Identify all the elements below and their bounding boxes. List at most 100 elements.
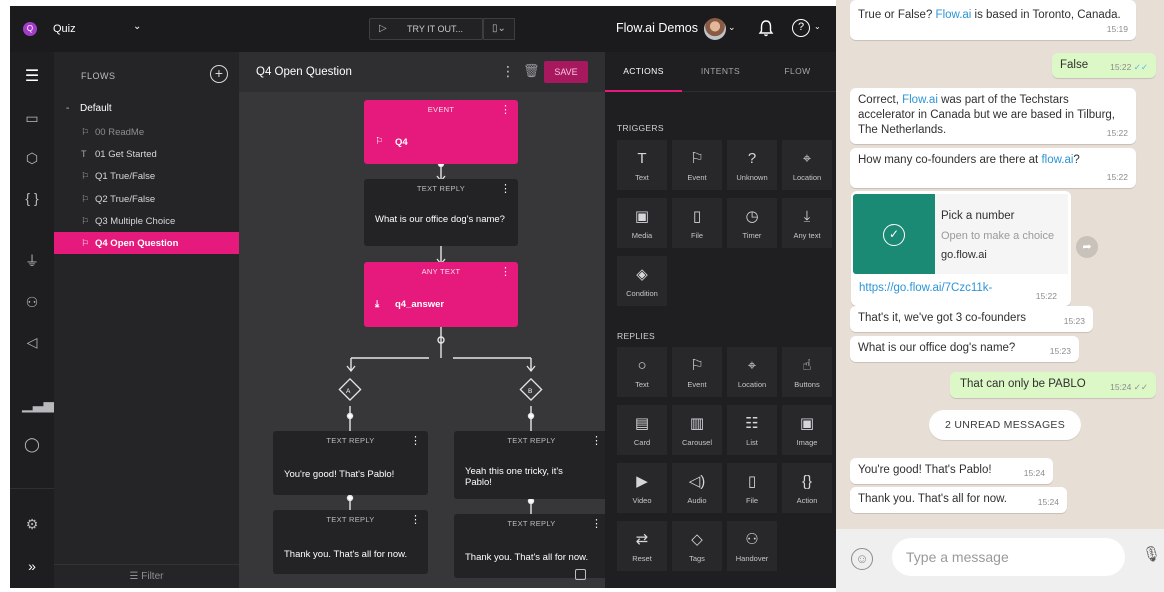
action-tile-handover[interactable]: ⚇ Handover (727, 521, 777, 571)
action-tile-action[interactable]: {} Action (782, 463, 832, 513)
action-tile-tags[interactable]: ◇ Tags (672, 521, 722, 571)
flow-group-default[interactable]: - Default (66, 103, 112, 114)
action-tile-file[interactable]: ▯ File (727, 463, 777, 513)
users-icon[interactable]: ⚇ (22, 292, 42, 312)
action-tile-any-text[interactable]: ⤓ Any text (782, 198, 832, 248)
more-options-icon[interactable]: ⋮ (591, 517, 602, 530)
action-tile-buttons[interactable]: ☝ Buttons (782, 347, 832, 397)
bar-chart-icon[interactable]: ▁▃▅ (22, 394, 54, 414)
text-reply-node[interactable]: TEXT REPLY ⋮ You're good! That's Pablo! (273, 431, 428, 495)
more-options-icon[interactable]: ⋮ (500, 103, 511, 116)
any-text-node[interactable]: ANY TEXT ⋮ ⤓ q4_answer (364, 262, 518, 327)
action-tile-timer[interactable]: ◷ Timer (727, 198, 777, 248)
message-link[interactable]: flow.ai (1041, 154, 1073, 166)
more-options-icon[interactable]: ⋮ (591, 434, 602, 447)
message-text: is based in Toronto, Canada. (971, 9, 1121, 21)
help-icon[interactable]: ? (792, 19, 810, 37)
action-tile-file[interactable]: ▯ File (672, 198, 722, 248)
org-name[interactable]: Flow.ai Demos (616, 21, 698, 35)
flow-item[interactable]: ⚐ Q1 True/False (54, 165, 239, 187)
chevron-down-icon[interactable]: ⌄ (133, 21, 141, 32)
microphone-icon[interactable]: 🎙 (1142, 545, 1161, 569)
action-tile-image[interactable]: ▣ Image (782, 405, 832, 455)
chevron-down-icon[interactable]: ⌄ (728, 22, 736, 33)
flow-item[interactable]: ⚐ Q2 True/False (54, 188, 239, 210)
action-tile-text[interactable]: ○ Text (617, 347, 667, 397)
action-tile-location[interactable]: ⌖ Location (782, 140, 832, 190)
message-link[interactable]: https://go.flow.ai/7Czc11k- (859, 282, 992, 294)
event-node[interactable]: EVENT ⋮ ⚐ Q4 (364, 100, 518, 164)
menu-icon[interactable]: ☰ (22, 67, 42, 87)
message-link[interactable]: Flow.ai (902, 94, 938, 106)
code-icon[interactable]: { } (22, 188, 42, 208)
flow-item[interactable]: ⚐ 00 ReadMe (54, 121, 239, 143)
message-input[interactable] (892, 538, 1125, 576)
action-tile-location[interactable]: ⌖ Location (727, 347, 777, 397)
action-tile-carousel[interactable]: ▥ Carousel (672, 405, 722, 455)
filter-button[interactable]: ☰ Filter (54, 564, 239, 588)
tile-label: Text (635, 380, 649, 389)
card-icon: ▤ (634, 415, 650, 432)
flow-item[interactable]: T 01 Get Started (54, 143, 239, 165)
text-reply-node[interactable]: TEXT REPLY ⋮ Thank you. That's all for n… (454, 514, 609, 578)
tile-label: Text (635, 173, 649, 182)
project-name[interactable]: Quiz (53, 23, 76, 35)
action-tile-event[interactable]: ⚐ Event (672, 140, 722, 190)
flow-canvas[interactable]: Q4 Open Question ⋮ 🗑 SAVE A B EVENT ⋮ ⚐ … (239, 52, 609, 588)
emoji-icon[interactable]: ☺ (851, 548, 873, 570)
action-tile-reset[interactable]: ⇄ Reset (617, 521, 667, 571)
project-badge[interactable]: Q (23, 22, 37, 36)
text-reply-node[interactable]: TEXT REPLY ⋮ What is our office dog's na… (364, 179, 518, 246)
action-tile-text[interactable]: T Text (617, 140, 667, 190)
action-tile-condition[interactable]: ◈ Condition (617, 256, 667, 306)
megaphone-icon[interactable]: ◁ (22, 332, 42, 352)
input-icon: ⤓ (375, 299, 380, 310)
share-icon[interactable]: ➦ (1076, 236, 1098, 258)
more-options-icon[interactable]: ⋮ (500, 265, 511, 278)
add-flow-button[interactable]: + (210, 65, 228, 83)
avatar[interactable] (704, 18, 726, 40)
tile-label: File (745, 496, 759, 505)
node-type: EVENT (427, 105, 455, 114)
text-reply-node[interactable]: TEXT REPLY ⋮ Thank you. That's all for n… (273, 510, 428, 574)
more-options-icon[interactable]: ⋮ (500, 182, 511, 195)
filter-label: Filter (141, 571, 164, 582)
cube-icon[interactable]: ⬡ (22, 148, 42, 168)
minimap-icon[interactable] (575, 569, 586, 580)
tab-actions[interactable]: ACTIONS (605, 66, 682, 76)
link-preview-message[interactable]: ✓ Pick a number Open to make a choice go… (851, 191, 1071, 306)
more-options-icon[interactable]: ⋮ (410, 513, 421, 526)
chevron-down-icon[interactable]: ⌄ (814, 22, 821, 31)
tile-label: Reset (632, 554, 652, 563)
inbox-icon[interactable]: ▭ (22, 108, 42, 128)
message-link[interactable]: Flow.ai (936, 9, 972, 21)
plug-icon[interactable]: ⏚ (22, 251, 42, 271)
expand-icon[interactable]: » (22, 556, 42, 576)
message-composer: ☺ 🎙 (836, 529, 1164, 592)
more-options-icon[interactable]: ⋮ (410, 434, 421, 447)
action-tile-media[interactable]: ▣ Media (617, 198, 667, 248)
carousel-icon: ▥ (689, 415, 705, 432)
flow-editor-app: Q Quiz ⌄ ▷ TRY IT OUT... ▯⌄ Flow.ai Demo… (10, 6, 836, 588)
action-tile-video[interactable]: ▶ Video (617, 463, 667, 513)
message-time: 15:23 (1049, 346, 1071, 356)
gear-icon[interactable]: ⚙ (22, 514, 42, 534)
action-tile-unknown[interactable]: ? Unknown (727, 140, 777, 190)
try-it-out-button[interactable]: ▷ TRY IT OUT... (369, 18, 483, 40)
node-type: TEXT REPLY (416, 184, 466, 193)
node-text: Thank you. That's all for now. (284, 549, 408, 560)
tab-intents[interactable]: INTENTS (682, 66, 759, 76)
text-reply-node[interactable]: TEXT REPLY ⋮ Yeah this one tricky, it's … (454, 431, 609, 499)
outgoing-message: False 15:22 ✓✓ (1052, 53, 1156, 78)
action-tile-event[interactable]: ⚐ Event (672, 347, 722, 397)
flow-item[interactable]: ⚐ Q3 Multiple Choice (54, 210, 239, 232)
flow-item-active[interactable]: ⚐ Q4 Open Question (54, 232, 239, 254)
tile-label: Event (687, 173, 707, 182)
bell-icon[interactable] (758, 19, 774, 37)
action-tile-card[interactable]: ▤ Card (617, 405, 667, 455)
action-tile-list[interactable]: ☷ List (727, 405, 777, 455)
chat-icon[interactable]: ◯ (22, 434, 42, 454)
tab-flow[interactable]: FLOW (759, 66, 836, 76)
device-select-button[interactable]: ▯⌄ (483, 18, 515, 40)
action-tile-audio[interactable]: ◁) Audio (672, 463, 722, 513)
